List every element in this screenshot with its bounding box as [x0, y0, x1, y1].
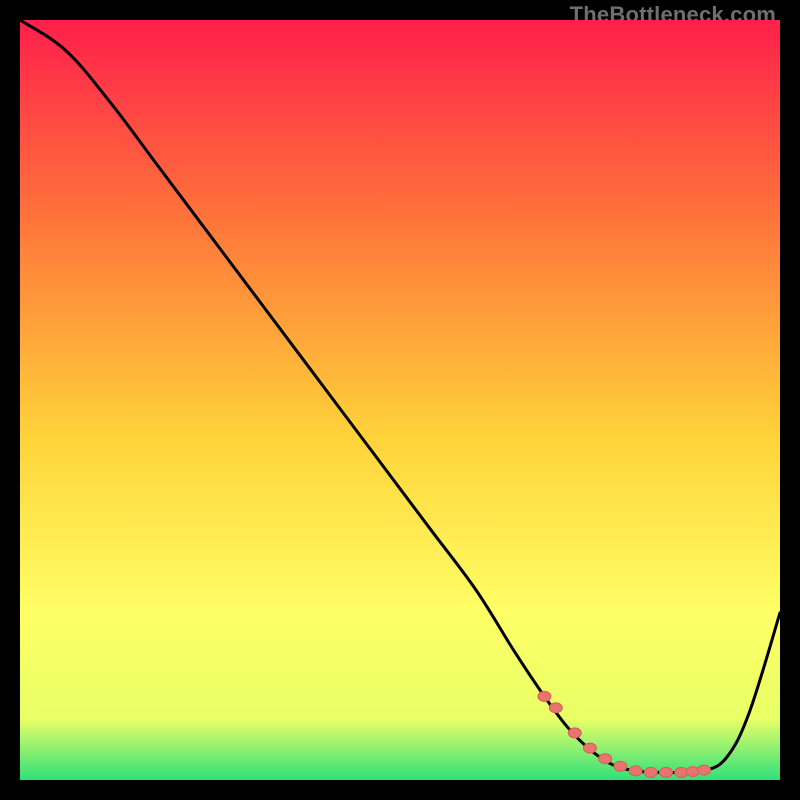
marker-dot — [629, 766, 642, 776]
marker-dot — [538, 691, 551, 701]
marker-dot — [549, 703, 562, 713]
marker-dot — [568, 728, 581, 738]
marker-dot — [599, 754, 612, 764]
marker-dot — [644, 767, 657, 777]
marker-dot — [660, 767, 673, 777]
marker-dot — [614, 761, 627, 771]
marker-dot — [686, 767, 699, 777]
marker-dot — [698, 765, 711, 775]
bottleneck-chart — [20, 20, 780, 780]
marker-dot — [584, 743, 597, 753]
